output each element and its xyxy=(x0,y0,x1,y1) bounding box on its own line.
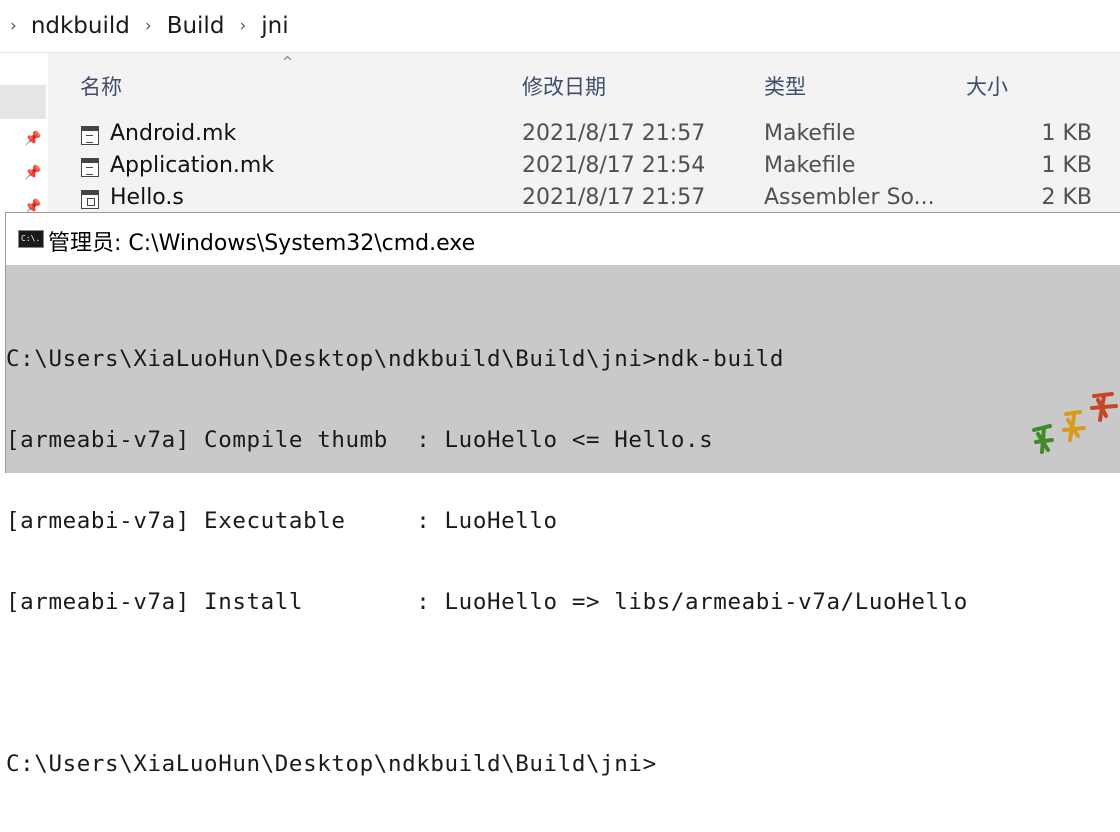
cmd-title-bar[interactable]: C:\. 管理员: C:\Windows\System32\cmd.exe xyxy=(6,213,1120,265)
column-header-type[interactable]: 类型 xyxy=(764,71,806,101)
cmd-icon: C:\. xyxy=(18,230,44,248)
chevron-right-icon[interactable]: › xyxy=(145,16,152,36)
file-list: ^ 名称 修改日期 类型 大小 Android.mk 2021/8/17 21:… xyxy=(48,53,1120,213)
assembler-file-icon xyxy=(81,190,99,209)
column-header-name[interactable]: 名称 xyxy=(80,71,122,101)
file-size: 1 KB xyxy=(1041,153,1092,178)
chevron-right-icon[interactable]: › xyxy=(10,16,17,36)
console-line: C:\Users\XiaLuoHun\Desktop\ndkbuild\Buil… xyxy=(6,751,657,777)
file-row[interactable]: Application.mk 2021/8/17 21:54 Makefile … xyxy=(48,153,1120,185)
console-line: C:\Users\XiaLuoHun\Desktop\ndkbuild\Buil… xyxy=(6,346,785,372)
console-line: [armeabi-v7a] Executable : LuoHello xyxy=(6,508,558,534)
cmd-window-title: 管理员: C:\Windows\System32\cmd.exe xyxy=(48,231,476,256)
breadcrumb-item-build[interactable]: Build xyxy=(167,13,225,39)
column-header-date[interactable]: 修改日期 xyxy=(522,71,606,101)
console-line: [armeabi-v7a] Compile thumb : LuoHello <… xyxy=(6,427,714,453)
pin-icon[interactable]: 📌 xyxy=(24,131,41,147)
makefile-icon xyxy=(81,158,99,177)
chevron-right-icon[interactable]: › xyxy=(239,16,246,36)
breadcrumb-item-ndkbuild[interactable]: ndkbuild xyxy=(31,13,130,39)
sort-ascending-icon: ^ xyxy=(282,55,293,70)
file-type: Makefile xyxy=(764,121,856,146)
nav-selected-item[interactable] xyxy=(0,85,46,119)
console-line: [armeabi-v7a] Install : LuoHello => libs… xyxy=(6,589,968,615)
cmd-window[interactable]: C:\. 管理员: C:\Windows\System32\cmd.exe C:… xyxy=(5,212,1120,777)
console-output[interactable]: C:\Users\XiaLuoHun\Desktop\ndkbuild\Buil… xyxy=(6,292,1120,832)
file-date: 2021/8/17 21:57 xyxy=(522,185,706,210)
file-name: Android.mk xyxy=(110,121,237,146)
watermark-seal xyxy=(1032,392,1118,454)
file-name: Application.mk xyxy=(110,153,275,178)
file-name: Hello.s xyxy=(110,185,184,210)
file-row[interactable]: Android.mk 2021/8/17 21:57 Makefile 1 KB xyxy=(48,121,1120,153)
file-size: 2 KB xyxy=(1041,185,1092,210)
file-date: 2021/8/17 21:57 xyxy=(522,121,706,146)
breadcrumb-item-jni[interactable]: jni xyxy=(261,13,288,39)
file-type: Makefile xyxy=(764,153,856,178)
pin-icon[interactable]: 📌 xyxy=(24,165,41,181)
breadcrumb: › ndkbuild › Build › jni xyxy=(0,0,1120,53)
navigation-pane: 📌 📌 📌 xyxy=(0,53,48,215)
file-size: 1 KB xyxy=(1041,121,1092,146)
file-date: 2021/8/17 21:54 xyxy=(522,153,706,178)
makefile-icon xyxy=(81,126,99,145)
file-type: Assembler So... xyxy=(764,185,935,210)
column-header-size[interactable]: 大小 xyxy=(966,71,1008,101)
